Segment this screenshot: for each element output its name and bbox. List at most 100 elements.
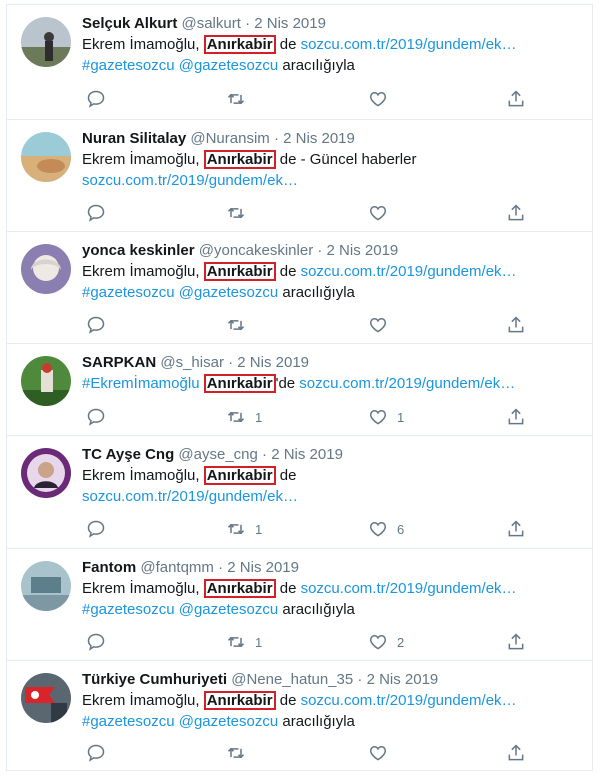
tweet-text: de [275,36,301,53]
tweet-date[interactable]: 2 Nis 2019 [227,559,299,576]
tweet-text: aracılığıyla [278,57,355,74]
author-name[interactable]: Türkiye Cumhuriyeti [82,671,227,688]
reply-icon [87,90,105,108]
share-button[interactable] [506,518,526,540]
tweet-text: de [275,692,301,709]
retweet-button[interactable] [226,742,255,764]
share-button[interactable] [506,406,526,428]
like-icon [369,521,387,537]
hashtag-mention[interactable]: #gazetesozcu @gazetesozcu [82,57,278,74]
tweet-date[interactable]: 2 Nis 2019 [237,354,309,371]
retweet-icon [227,523,245,535]
tweet-text: Ekrem İmamoğlu, [82,580,204,597]
avatar[interactable] [21,244,71,294]
reply-button[interactable] [86,314,106,336]
tweet-link[interactable]: sozcu.com.tr/2019/gundem/ek… [301,580,517,597]
reply-button[interactable] [86,518,106,540]
tweet-link[interactable]: sozcu.com.tr/2019/gundem/ek… [82,488,298,505]
share-button[interactable] [506,742,526,764]
tweet-link[interactable]: sozcu.com.tr/2019/gundem/ek… [299,375,515,392]
highlighted-word: Anırkabir [203,466,276,485]
like-icon [369,91,387,107]
retweet-button[interactable] [226,88,255,110]
hashtag[interactable]: #Ekremİmamoğlu [82,375,204,392]
author-name[interactable]: yonca keskinler [82,242,195,259]
avatar[interactable] [21,132,71,182]
retweet-icon [227,411,245,423]
tweet[interactable]: yonca keskinler @yoncakeskinler · 2 Nis … [7,232,592,344]
like-button[interactable] [368,88,397,110]
reply-icon [87,316,105,334]
share-icon [508,204,524,221]
like-button[interactable]: 2 [368,631,404,653]
tweet-text: aracılığıyla [278,601,355,618]
author-handle[interactable]: @fantqmm [140,559,214,576]
reply-button[interactable] [86,202,106,224]
author-name[interactable]: TC Ayşe Cng [82,446,174,463]
tweet[interactable]: TC Ayşe Cng @ayse_cng · 2 Nis 2019 Ekrem… [7,436,592,549]
avatar[interactable] [21,17,71,67]
retweet-button[interactable]: 1 [226,631,262,653]
retweet-button[interactable]: 1 [226,518,262,540]
share-button[interactable] [506,202,526,224]
author-name[interactable]: Fantom [82,559,136,576]
like-button[interactable] [368,742,397,764]
author-name[interactable]: SARPKAN [82,354,156,371]
share-icon [508,90,524,107]
reply-button[interactable] [86,631,106,653]
tweet[interactable]: Nuran Silitalay @Nuransim · 2 Nis 2019 E… [7,120,592,232]
share-icon [508,408,524,425]
reply-icon [87,744,105,762]
tweet-link[interactable]: sozcu.com.tr/2019/gundem/ek… [301,692,517,709]
reply-button[interactable] [86,406,106,428]
tweet[interactable]: Fantom @fantqmm · 2 Nis 2019 Ekrem İmamo… [7,549,592,661]
reply-button[interactable] [86,88,106,110]
like-button[interactable]: 1 [368,406,404,428]
like-icon [369,205,387,221]
tweet-link[interactable]: sozcu.com.tr/2019/gundem/ek… [301,263,517,280]
like-button[interactable] [368,202,397,224]
like-button[interactable]: 6 [368,518,404,540]
tweet[interactable]: Türkiye Cumhuriyeti @Nene_hatun_35 · 2 N… [7,661,592,771]
tweet[interactable]: Selçuk Alkurt @salkurt · 2 Nis 2019 Ekre… [7,5,592,120]
retweet-button[interactable]: 1 [226,406,262,428]
tweet-date[interactable]: 2 Nis 2019 [271,446,343,463]
like-count: 2 [397,634,405,650]
author-handle[interactable]: @ayse_cng [178,446,257,463]
share-button[interactable] [506,631,526,653]
avatar[interactable] [21,561,71,611]
retweet-button[interactable] [226,314,255,336]
share-icon [508,744,524,761]
author-handle[interactable]: @s_hisar [160,354,224,371]
like-button[interactable] [368,314,397,336]
retweet-button[interactable] [226,202,255,224]
highlighted-word: Anırkabir [203,374,276,393]
author-handle[interactable]: @Nuransim [190,130,269,147]
share-icon [508,520,524,537]
author-name[interactable]: Nuran Silitalay [82,130,186,147]
hashtag-mention[interactable]: #gazetesozcu @gazetesozcu [82,713,278,730]
tweet[interactable]: SARPKAN @s_hisar · 2 Nis 2019 #Ekremİmam… [7,344,592,436]
separator: · [269,130,284,147]
tweet-date[interactable]: 2 Nis 2019 [254,15,326,32]
tweet-text: Ekrem İmamoğlu, [82,692,204,709]
author-handle[interactable]: @salkurt [181,15,240,32]
hashtag-mention[interactable]: #gazetesozcu @gazetesozcu [82,284,278,301]
tweet-link[interactable]: sozcu.com.tr/2019/gundem/ek… [82,172,298,189]
tweet-date[interactable]: 2 Nis 2019 [367,671,439,688]
author-handle[interactable]: @Nene_hatun_35 [231,671,353,688]
tweet-text: aracılığıyla [278,284,355,301]
tweet-date[interactable]: 2 Nis 2019 [283,130,355,147]
avatar[interactable] [21,448,71,498]
author-name[interactable]: Selçuk Alkurt [82,15,177,32]
share-button[interactable] [506,314,526,336]
avatar[interactable] [21,673,71,723]
tweet-link[interactable]: sozcu.com.tr/2019/gundem/ek… [301,36,517,53]
tweet-date[interactable]: 2 Nis 2019 [327,242,399,259]
tweet-text: 'de [275,375,300,392]
reply-button[interactable] [86,742,106,764]
author-handle[interactable]: @yoncakeskinler [199,242,313,259]
avatar[interactable] [21,356,71,406]
share-button[interactable] [506,88,526,110]
hashtag-mention[interactable]: #gazetesozcu @gazetesozcu [82,601,278,618]
